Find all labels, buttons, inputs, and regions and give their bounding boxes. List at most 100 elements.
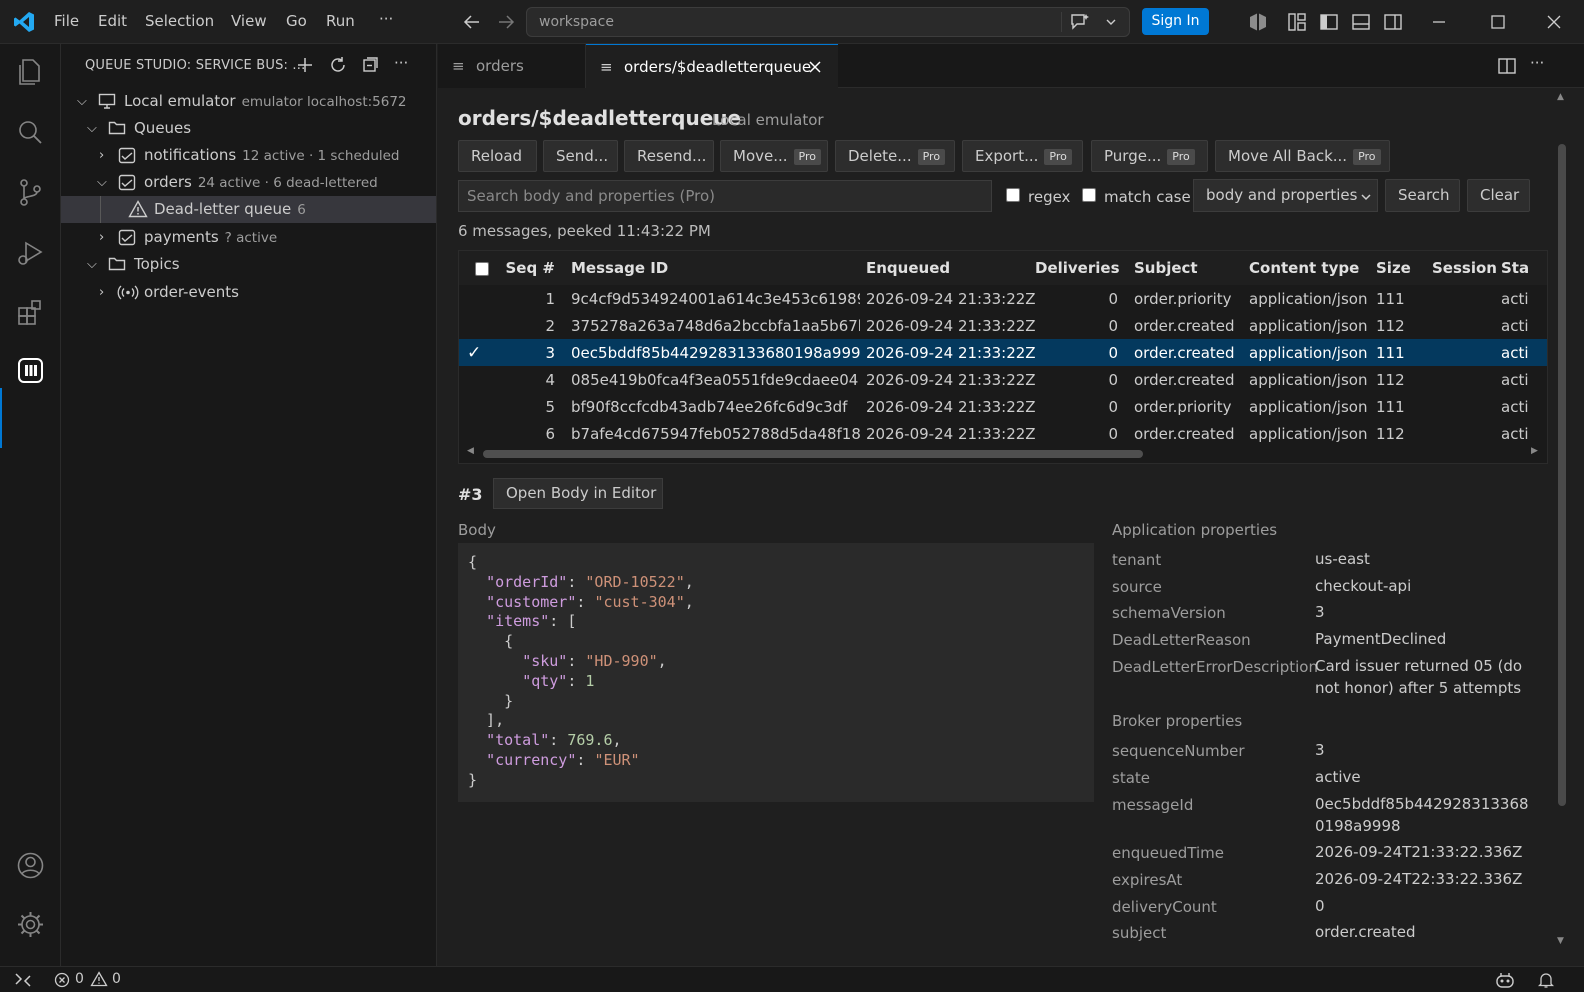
vertical-scrollbar[interactable]: ▲ ▼ [1556,92,1568,956]
scroll-up-icon[interactable]: ▲ [1557,92,1564,102]
tree-item-local-emulator[interactable]: ⌵ Local emulator emulator localhost:5672 [61,88,436,115]
menu-view[interactable]: View [231,12,267,30]
tree-item-dead-letter-queue[interactable]: Dead-letter queue 6 [61,196,436,223]
column-header-seq[interactable]: Seq # [503,251,565,285]
column-header-deliveries[interactable]: Deliveries [1035,251,1128,285]
extensions-icon[interactable] [14,296,47,329]
scroll-down-icon[interactable]: ▼ [1557,936,1564,946]
chat-sparkle-icon[interactable] [1069,12,1091,32]
toggle-primary-sidebar-icon[interactable] [1319,12,1339,32]
table-row[interactable]: 6 b7afe4cd675947feb052788d5da48f18 2026-09… [459,420,1547,447]
chevron-right-icon[interactable]: › [99,279,104,306]
column-header-message-id[interactable]: Message ID [565,251,860,285]
more-actions-icon[interactable]: ··· [394,54,408,72]
refresh-icon[interactable] [329,56,347,74]
customize-layout-icon[interactable] [1287,12,1307,32]
menu-selection[interactable]: Selection [145,12,214,30]
close-tab-icon[interactable] [808,60,822,74]
queue-studio-icon[interactable] [14,354,47,387]
chevron-down-icon[interactable]: ⌵ [97,169,107,196]
scroll-right-icon[interactable]: ▶ [1531,446,1538,456]
explorer-icon[interactable] [14,56,47,89]
clear-button[interactable]: Clear [1467,179,1530,212]
column-header-state[interactable]: Sta [1501,251,1547,285]
open-body-in-editor-button[interactable]: Open Body in Editor [493,478,663,509]
match-case-checkbox[interactable] [1082,188,1096,202]
search-scope-select[interactable]: body and properties [1193,179,1378,212]
move-button[interactable]: Move... Pro [720,140,828,172]
search-input[interactable]: Search body and properties (Pro) [458,180,992,212]
source-control-icon[interactable] [14,176,47,209]
tree-item-orders[interactable]: ⌵ orders 24 active · 6 dead-lettered [61,169,436,196]
menu-edit[interactable]: Edit [98,12,127,30]
accounts-icon[interactable] [14,849,47,882]
table-row[interactable]: 5 bf90f8ccfcdb43adb74ee26fc6d9c3df 2026-09… [459,393,1547,420]
back-arrow-icon[interactable] [463,13,481,31]
menu-run[interactable]: Run [326,12,355,30]
forward-arrow-icon[interactable] [497,13,515,31]
table-row[interactable]: 1 9c4cf9d534924001a614c3e453c61989 2026-09… [459,285,1547,312]
move-all-back-button[interactable]: Move All Back... Pro [1215,140,1390,172]
scrollbar-thumb[interactable] [1558,144,1566,806]
reload-button[interactable]: Reload [458,140,537,172]
chevron-down-icon[interactable]: ⌵ [87,251,97,278]
collapse-all-icon[interactable] [361,56,379,74]
tree-item-order-events[interactable]: › order-events [61,279,436,306]
scroll-left-icon[interactable]: ◀ [467,446,474,456]
resend-button[interactable]: Resend... [624,140,714,172]
search-button[interactable]: Search [1385,179,1460,212]
select-all-checkbox[interactable] [475,262,489,276]
toggle-secondary-sidebar-icon[interactable] [1383,12,1403,32]
error-count[interactable]: 0 [75,971,84,987]
chevron-right-icon[interactable]: › [99,224,104,251]
column-header-enqueued[interactable]: Enqueued [860,251,1035,285]
command-center[interactable]: workspace [526,7,1130,37]
chevron-down-icon[interactable]: ⌵ [87,115,97,142]
vscode-logo-icon[interactable] [12,10,36,34]
sign-in-button[interactable]: Sign In [1142,8,1209,35]
menu-file[interactable]: File [54,12,79,30]
notifications-bell-icon[interactable] [1538,971,1554,989]
copilot-status-icon[interactable] [1495,971,1515,989]
export-button[interactable]: Export... Pro [962,140,1083,172]
editor-more-actions-icon[interactable]: ··· [1530,54,1544,72]
chevron-right-icon[interactable]: › [99,142,104,169]
warning-icon[interactable] [90,971,108,987]
chevron-down-icon[interactable]: ⌵ [77,88,87,115]
search-icon[interactable] [14,116,47,149]
copilot-icon[interactable] [1247,11,1269,33]
settings-gear-icon[interactable] [14,908,47,941]
delete-button[interactable]: Delete... Pro [835,140,955,172]
horizontal-scrollbar[interactable]: ◀ ▶ [467,446,1541,461]
purge-button[interactable]: Purge... Pro [1091,140,1208,172]
table-row[interactable]: 4 085e419b0fca4f3ea0551fde9cdaee04 2026-09… [459,366,1547,393]
column-header-size[interactable]: Size [1376,251,1426,285]
tab-orders[interactable]: ≡ orders [438,44,586,88]
error-icon[interactable] [54,972,70,988]
scrollbar-thumb[interactable] [483,450,1143,458]
chevron-down-icon[interactable] [1105,16,1117,28]
minimize-icon[interactable] [1431,14,1447,30]
regex-checkbox[interactable] [1006,188,1020,202]
send-button[interactable]: Send... [543,140,618,172]
remote-icon[interactable] [14,972,32,988]
menu-go[interactable]: Go [286,12,307,30]
column-header-subject[interactable]: Subject [1128,251,1243,285]
tab-deadletterqueue[interactable]: ≡ orders/$deadletterqueue [586,44,838,89]
add-icon[interactable] [296,56,314,74]
column-header-session[interactable]: Session [1426,251,1501,285]
split-editor-icon[interactable] [1497,56,1517,76]
tree-item-payments[interactable]: › payments ? active [61,224,436,251]
table-row[interactable]: 2 375278a263a748d6a2bccbfa1aa5b67b 2026-09… [459,312,1547,339]
toggle-panel-icon[interactable] [1351,12,1371,32]
warning-count[interactable]: 0 [112,971,121,987]
column-header-content-type[interactable]: Content type [1243,251,1376,285]
tree-item-topics[interactable]: ⌵ Topics [61,251,436,278]
close-window-icon[interactable] [1546,14,1562,30]
menu-more[interactable]: ··· [379,10,393,28]
row-selected-check-icon[interactable]: ✓ [459,343,481,363]
table-row[interactable]: ✓ 3 0ec5bddf85b4429283133680198a9998 2026-0… [459,339,1547,366]
tree-item-queues[interactable]: ⌵ Queues [61,115,436,142]
tree-item-notifications[interactable]: › notifications 12 active · 1 scheduled [61,142,436,169]
run-debug-icon[interactable] [14,236,47,269]
